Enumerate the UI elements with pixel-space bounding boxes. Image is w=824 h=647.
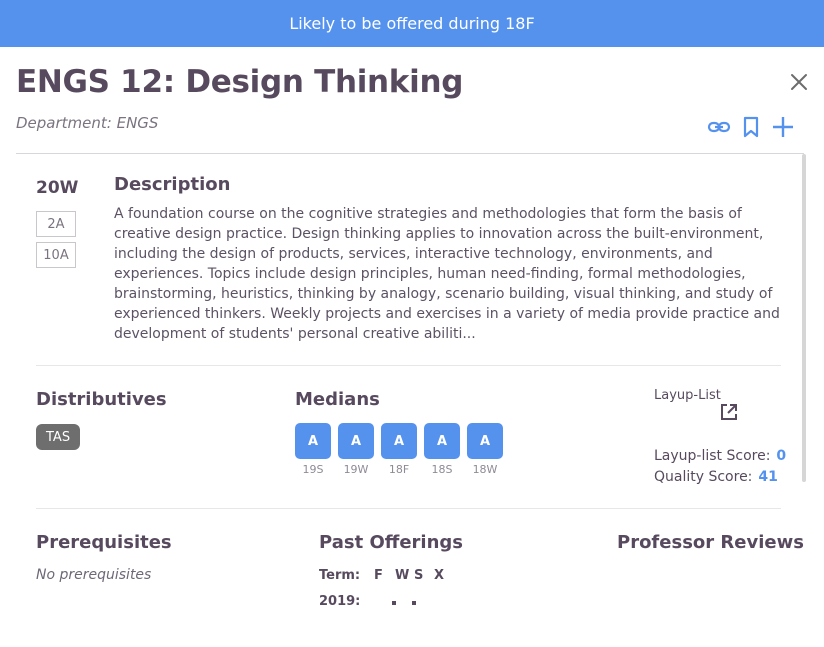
quality-score-label: Quality Score: xyxy=(654,469,753,485)
median-grade: A xyxy=(338,423,374,459)
median-item: A 19W xyxy=(338,423,374,476)
scrollbar[interactable] xyxy=(802,154,806,482)
offering-year: 2019: xyxy=(319,594,361,609)
distributives-heading: Distributives xyxy=(36,389,167,410)
layup-list-label: Layup-List xyxy=(654,388,721,403)
median-term: 18S xyxy=(431,463,453,476)
term-column-x: X xyxy=(434,568,445,583)
median-item: A 18F xyxy=(381,423,417,476)
median-grade: A xyxy=(381,423,417,459)
section-divider xyxy=(36,365,781,366)
median-grade: A xyxy=(467,423,503,459)
period-badge: 10A xyxy=(36,242,76,268)
median-item: A 19S xyxy=(295,423,331,476)
median-grade: A xyxy=(424,423,460,459)
median-term: 19W xyxy=(343,463,369,476)
professor-reviews-heading: Professor Reviews xyxy=(617,532,804,553)
plus-icon[interactable] xyxy=(770,114,796,140)
offering-banner: Likely to be offered during 18F xyxy=(0,0,824,47)
offered-term: 20W xyxy=(36,178,79,198)
header-divider xyxy=(16,153,804,154)
course-department: Department: ENGS xyxy=(16,114,159,132)
layup-score-label: Layup-list Score: xyxy=(654,448,771,464)
layup-score: Layup-list Score: 0 xyxy=(654,448,786,464)
prerequisites-text: No prerequisites xyxy=(36,567,152,583)
median-term: 18W xyxy=(472,463,498,476)
course-actions xyxy=(706,114,796,140)
bookmark-icon[interactable] xyxy=(738,114,764,140)
quality-score: Quality Score: 41 xyxy=(654,469,778,485)
past-offerings-heading: Past Offerings xyxy=(319,532,463,553)
term-column-w: W xyxy=(395,568,410,583)
term-column-f: F xyxy=(374,568,383,583)
offering-mark-w xyxy=(392,601,396,605)
layup-score-value: 0 xyxy=(776,448,787,464)
section-divider xyxy=(36,508,781,509)
link-icon[interactable] xyxy=(706,114,732,140)
median-term: 18F xyxy=(388,463,410,476)
distributive-tag[interactable]: TAS xyxy=(36,424,81,450)
quality-score-value: 41 xyxy=(758,469,778,485)
median-term: 19S xyxy=(302,463,324,476)
prerequisites-heading: Prerequisites xyxy=(36,532,172,553)
close-icon[interactable] xyxy=(788,71,810,93)
period-badge: 2A xyxy=(36,211,76,237)
median-item: A 18S xyxy=(424,423,460,476)
offering-mark-s xyxy=(412,601,416,605)
term-label: Term: xyxy=(319,568,361,583)
description-heading: Description xyxy=(114,174,231,195)
term-column-s: S xyxy=(414,568,424,583)
course-title: ENGS 12: Design Thinking xyxy=(16,64,464,100)
external-link-icon[interactable] xyxy=(719,402,739,422)
median-grade: A xyxy=(295,423,331,459)
description-text: A foundation course on the cognitive str… xyxy=(114,206,780,342)
medians-heading: Medians xyxy=(295,389,380,410)
median-item: A 18W xyxy=(467,423,503,476)
